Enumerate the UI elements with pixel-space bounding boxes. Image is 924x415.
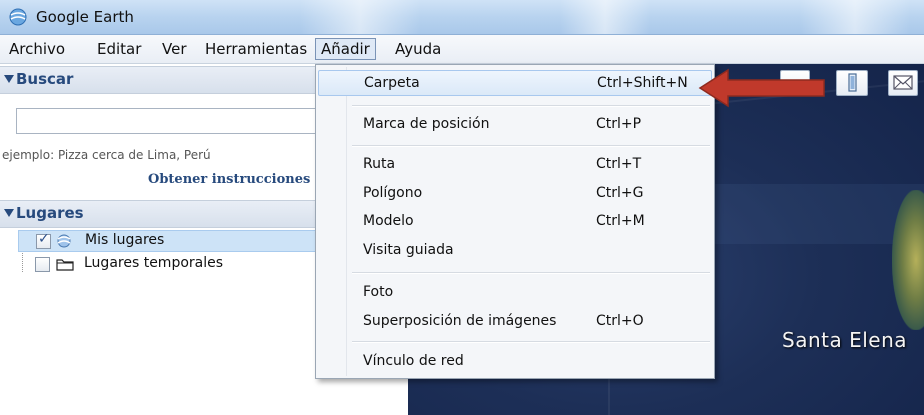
island-terrain <box>892 190 924 330</box>
menu-item-shortcut: Ctrl+Shift+N <box>597 75 688 91</box>
menu-item-foto[interactable]: Foto <box>318 279 712 305</box>
map-place-label: Santa Elena <box>782 328 908 352</box>
tree-item-lugares-temporales[interactable]: Lugares temporales <box>18 254 316 276</box>
menu-item-shortcut: Ctrl+T <box>596 156 642 172</box>
folder-icon <box>56 259 74 271</box>
menu-item-marca-de-posicion[interactable]: Marca de posición Ctrl+P <box>318 111 712 137</box>
menu-bar: Archivo Editar Ver Herramientas Añadir A… <box>0 35 924 64</box>
menu-item-label: Foto <box>363 284 394 300</box>
title-bar: Google Earth <box>0 0 924 35</box>
tree-item-mis-lugares[interactable]: ✓ Mis lugares <box>18 230 316 252</box>
annotation-arrow-icon <box>698 68 825 108</box>
menu-item-label: Polígono <box>363 185 423 201</box>
menu-item-label: Marca de posición <box>363 116 490 132</box>
panel-icon <box>848 73 857 92</box>
menu-item-visita-guiada[interactable]: Visita guiada <box>318 237 712 263</box>
google-earth-icon <box>9 8 27 26</box>
menu-separator <box>352 145 710 147</box>
search-section-title: Buscar <box>16 70 74 88</box>
menu-ayuda[interactable]: Ayuda <box>390 38 446 60</box>
title-bar-glare <box>800 0 910 34</box>
menu-item-poligono[interactable]: Polígono Ctrl+G <box>318 180 712 206</box>
sidebar-toggle-button[interactable] <box>836 70 868 96</box>
menu-item-shortcut: Ctrl+P <box>596 116 642 132</box>
mis-lugares-checkbox[interactable]: ✓ <box>36 231 51 249</box>
collapse-triangle-icon <box>4 209 14 217</box>
menu-anadir[interactable]: Añadir <box>315 38 376 60</box>
menu-item-label: Visita guiada <box>363 242 454 258</box>
menu-item-modelo[interactable]: Modelo Ctrl+M <box>318 208 712 234</box>
menu-item-label: Superposición de imágenes <box>363 313 557 329</box>
title-bar-glare <box>560 0 650 34</box>
menu-item-shortcut: Ctrl+M <box>596 213 645 229</box>
checkmark-icon: ✓ <box>38 231 50 247</box>
menu-ver[interactable]: Ver <box>157 38 192 60</box>
menu-herramientas[interactable]: Herramientas <box>200 38 312 60</box>
menu-item-carpeta[interactable]: Carpeta Ctrl+Shift+N <box>318 70 712 96</box>
menu-item-superposicion-de-imagenes[interactable]: Superposición de imágenes Ctrl+O <box>318 308 712 334</box>
menu-item-shortcut: Ctrl+G <box>596 185 644 201</box>
title-bar-glare <box>300 0 420 34</box>
search-hint: ejemplo: Pizza cerca de Lima, Perú <box>2 148 211 162</box>
menu-item-ruta[interactable]: Ruta Ctrl+T <box>318 151 712 177</box>
menu-editar[interactable]: Editar <box>92 38 146 60</box>
lugares-temporales-checkbox[interactable] <box>35 257 50 272</box>
tree-item-label: Lugares temporales <box>84 255 224 271</box>
search-input[interactable] <box>16 108 316 134</box>
window-title: Google Earth <box>36 8 134 26</box>
menu-item-shortcut: Ctrl+O <box>596 313 644 329</box>
menu-item-label: Vínculo de red <box>363 353 464 369</box>
menu-separator <box>352 272 710 274</box>
my-places-icon <box>57 234 71 248</box>
search-section-header[interactable]: Buscar <box>0 66 316 94</box>
collapse-triangle-icon <box>4 75 14 83</box>
email-button[interactable] <box>888 70 918 96</box>
menu-archivo[interactable]: Archivo <box>4 38 70 60</box>
menu-item-label: Modelo <box>363 213 414 229</box>
places-section-title: Lugares <box>16 204 84 222</box>
add-menu-dropdown: Carpeta Ctrl+Shift+N Marca de posición C… <box>315 64 715 379</box>
sidebar: Buscar ejemplo: Pizza cerca de Lima, Per… <box>0 64 316 415</box>
menu-item-label: Ruta <box>363 156 396 172</box>
tree-item-label: Mis lugares <box>85 232 165 248</box>
menu-item-label: Carpeta <box>364 75 420 91</box>
menu-separator <box>352 105 710 107</box>
places-section-header[interactable]: Lugares <box>0 200 316 228</box>
menu-item-vinculo-de-red[interactable]: Vínculo de red <box>318 348 712 374</box>
get-directions-link[interactable]: Obtener instrucciones <box>148 172 310 187</box>
menu-separator <box>352 341 710 343</box>
email-icon <box>893 75 913 90</box>
